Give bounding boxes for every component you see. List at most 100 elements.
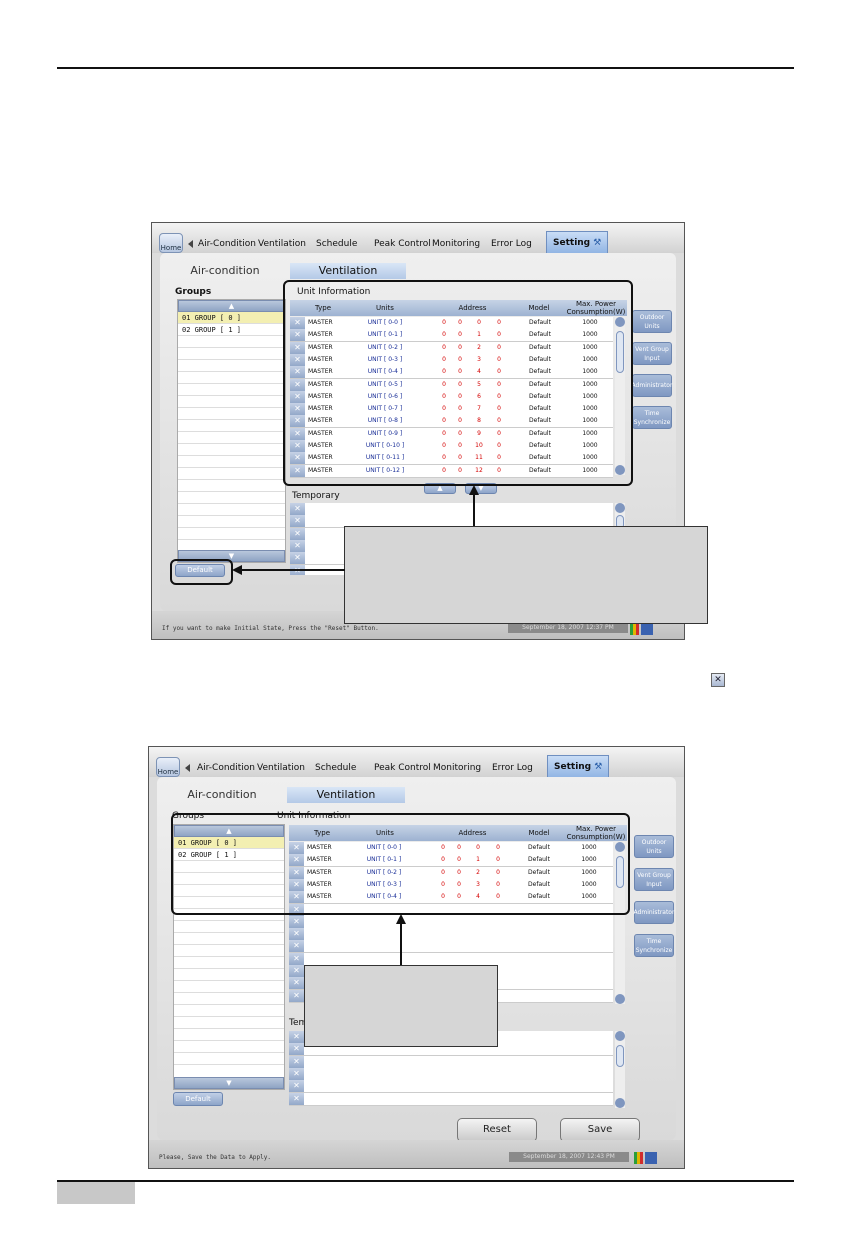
- empty-row: [174, 933, 284, 945]
- home-button[interactable]: Home: [156, 757, 180, 777]
- administrator-button[interactable]: Administrator: [634, 901, 674, 924]
- time-synchronize-button[interactable]: Time Synchronize: [632, 406, 672, 429]
- tab-left-arrow-icon[interactable]: [185, 764, 190, 772]
- table-row[interactable]: ✕: [289, 928, 613, 942]
- empty-row: [174, 945, 284, 957]
- temporary-row[interactable]: ✕: [290, 503, 613, 516]
- temporary-row[interactable]: ✕: [289, 1067, 613, 1081]
- date-time: September 18, 2007 12:37 PM: [508, 623, 628, 633]
- tab-schedule[interactable]: Schedule: [315, 759, 356, 777]
- tab-setting[interactable]: Setting ⚒: [547, 755, 610, 778]
- table-row[interactable]: ✕: [289, 915, 613, 929]
- home-button[interactable]: Home: [159, 233, 183, 253]
- subtab-air-condition[interactable]: Air-condition: [167, 787, 277, 803]
- temporary-row[interactable]: ✕: [289, 1092, 613, 1106]
- tab-air-condition[interactable]: Air-Condition: [197, 759, 255, 777]
- x-delete-icon[interactable]: ✕: [289, 1080, 304, 1093]
- outdoor-units-button[interactable]: Outdoor Units: [634, 835, 674, 858]
- arrow-shaft: [400, 923, 402, 966]
- groups-list: ▲ 01 GROUP [ 0 ] 02 GROUP [ 1 ] ▼: [177, 299, 286, 563]
- empty-row: [178, 456, 285, 468]
- tab-left-arrow-icon[interactable]: [188, 240, 193, 248]
- empty-row: [178, 348, 285, 360]
- empty-row: [174, 969, 284, 981]
- x-delete-icon[interactable]: ✕: [289, 977, 304, 990]
- group-row[interactable]: 02 GROUP [ 1 ]: [178, 324, 285, 336]
- empty-row: [178, 432, 285, 444]
- tab-air-condition[interactable]: Air-Condition: [198, 235, 256, 253]
- table-row[interactable]: ✕: [289, 952, 613, 966]
- save-button[interactable]: Save: [560, 1118, 640, 1142]
- empty-row: [178, 420, 285, 432]
- x-delete-icon[interactable]: ✕: [289, 1055, 304, 1068]
- tab-setting[interactable]: Setting ⚒: [546, 231, 609, 254]
- chevron-down-icon: ▼: [226, 1079, 232, 1087]
- x-delete-icon[interactable]: ✕: [289, 1067, 304, 1080]
- bottom-rule: [57, 1180, 794, 1182]
- x-delete-icon[interactable]: ✕: [290, 515, 305, 528]
- administrator-button[interactable]: Administrator: [632, 374, 672, 397]
- main-tab-bar: Home Air-Condition Ventilation Schedule …: [152, 223, 684, 254]
- empty-row: [178, 360, 285, 372]
- x-delete-icon[interactable]: ✕: [289, 965, 304, 977]
- table-row[interactable]: ✕: [289, 940, 613, 954]
- x-delete-icon[interactable]: ✕: [290, 539, 305, 552]
- scroll-up-icon[interactable]: [615, 1031, 625, 1041]
- wrench-icon: ⚒: [594, 762, 603, 772]
- scroll-thumb[interactable]: [616, 1045, 624, 1067]
- tab-error-log[interactable]: Error Log: [492, 759, 533, 777]
- status-message: Please, Save the Data to Apply.: [159, 1154, 271, 1161]
- arrow-shaft: [473, 494, 475, 527]
- time-synchronize-button[interactable]: Time Synchronize: [634, 934, 674, 957]
- tab-peak-control[interactable]: Peak Control: [374, 235, 431, 253]
- default-button-highlight: [170, 559, 233, 585]
- x-delete-icon[interactable]: ✕: [289, 1092, 304, 1105]
- signal-icon: [630, 623, 639, 635]
- tab-error-log[interactable]: Error Log: [491, 235, 532, 253]
- groups-label: Groups: [175, 287, 212, 297]
- tab-monitoring[interactable]: Monitoring: [432, 235, 480, 253]
- empty-row: [178, 492, 285, 504]
- tab-ventilation[interactable]: Ventilation: [258, 235, 306, 253]
- monitor-icon: [641, 623, 653, 635]
- outdoor-units-button[interactable]: Outdoor Units: [632, 310, 672, 333]
- temporary-row[interactable]: ✕: [289, 1080, 613, 1094]
- temporary-scrollbar[interactable]: [615, 1031, 625, 1108]
- tab-schedule[interactable]: Schedule: [316, 235, 357, 253]
- scroll-down-icon[interactable]: [615, 994, 625, 1004]
- vent-group-input-button[interactable]: Vent Group Input: [634, 868, 674, 891]
- tab-peak-control[interactable]: Peak Control: [374, 759, 431, 777]
- default-button[interactable]: Default: [173, 1092, 223, 1106]
- scroll-down-icon[interactable]: [615, 1098, 625, 1108]
- subtab-ventilation[interactable]: Ventilation: [290, 263, 406, 279]
- tab-setting-label: Setting: [554, 762, 592, 772]
- home-label: Home: [160, 244, 182, 252]
- x-delete-icon[interactable]: ✕: [289, 1043, 304, 1056]
- vent-group-input-button[interactable]: Vent Group Input: [632, 342, 672, 365]
- empty-row: [174, 1017, 284, 1029]
- reset-button[interactable]: Reset: [457, 1118, 537, 1142]
- temporary-row[interactable]: ✕: [289, 1055, 613, 1069]
- x-delete-icon[interactable]: ✕: [289, 940, 304, 953]
- groups-scroll-up[interactable]: ▲: [178, 300, 285, 312]
- subtab-air-condition[interactable]: Air-condition: [170, 263, 280, 279]
- x-delete-icon[interactable]: ✕: [289, 1031, 304, 1043]
- x-delete-icon[interactable]: ✕: [289, 928, 304, 941]
- x-delete-icon[interactable]: ✕: [289, 989, 304, 1002]
- subtab-ventilation[interactable]: Ventilation: [287, 787, 405, 803]
- groups-scroll-down[interactable]: ▼: [174, 1077, 284, 1089]
- empty-row: [174, 1029, 284, 1041]
- x-delete-icon[interactable]: ✕: [289, 915, 304, 928]
- x-delete-icon[interactable]: ✕: [290, 503, 305, 515]
- x-delete-icon[interactable]: ✕: [290, 552, 305, 565]
- empty-row: [178, 516, 285, 528]
- scroll-up-icon[interactable]: [615, 503, 625, 513]
- empty-row: [174, 981, 284, 993]
- x-delete-icon[interactable]: ✕: [289, 952, 304, 965]
- tab-monitoring[interactable]: Monitoring: [433, 759, 481, 777]
- x-delete-icon[interactable]: ✕: [290, 527, 305, 540]
- tab-ventilation[interactable]: Ventilation: [257, 759, 305, 777]
- temporary-label: Temporary: [292, 491, 340, 501]
- group-row[interactable]: 01 GROUP [ 0 ]: [178, 312, 285, 324]
- top-rule: [57, 67, 794, 69]
